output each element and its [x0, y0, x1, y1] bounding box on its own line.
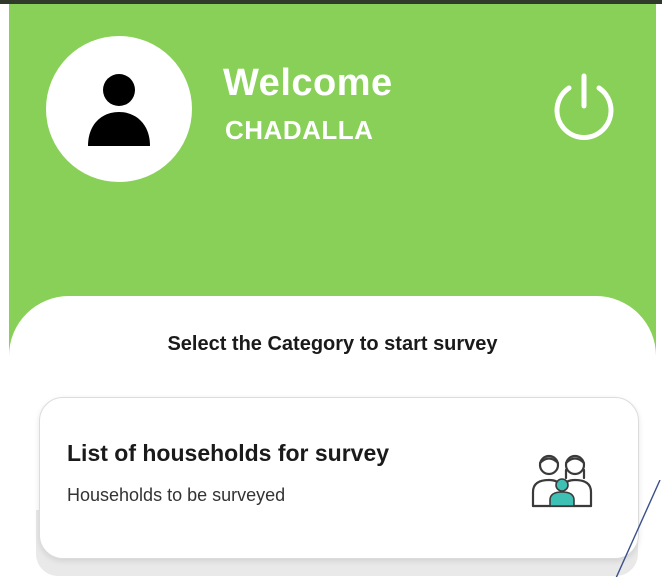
avatar	[46, 36, 192, 182]
person-icon	[88, 74, 150, 146]
section-title: Select the Category to start survey	[167, 333, 498, 355]
logout-button[interactable]	[547, 70, 621, 144]
user-name: CHADALLA	[225, 115, 374, 145]
top-edge	[0, 0, 662, 4]
app-screen: Welcome CHADALLA Select the Category to …	[0, 0, 662, 577]
card-subtitle: Households to be surveyed	[67, 485, 286, 505]
power-icon[interactable]	[547, 70, 621, 144]
annotation-line	[615, 480, 661, 577]
card-title: List of households for survey	[67, 440, 390, 466]
household-list-card[interactable]: List of households for survey Households…	[39, 397, 639, 559]
household-members-icon	[531, 454, 593, 508]
left-gutter	[0, 0, 9, 577]
welcome-heading: Welcome	[223, 62, 393, 104]
